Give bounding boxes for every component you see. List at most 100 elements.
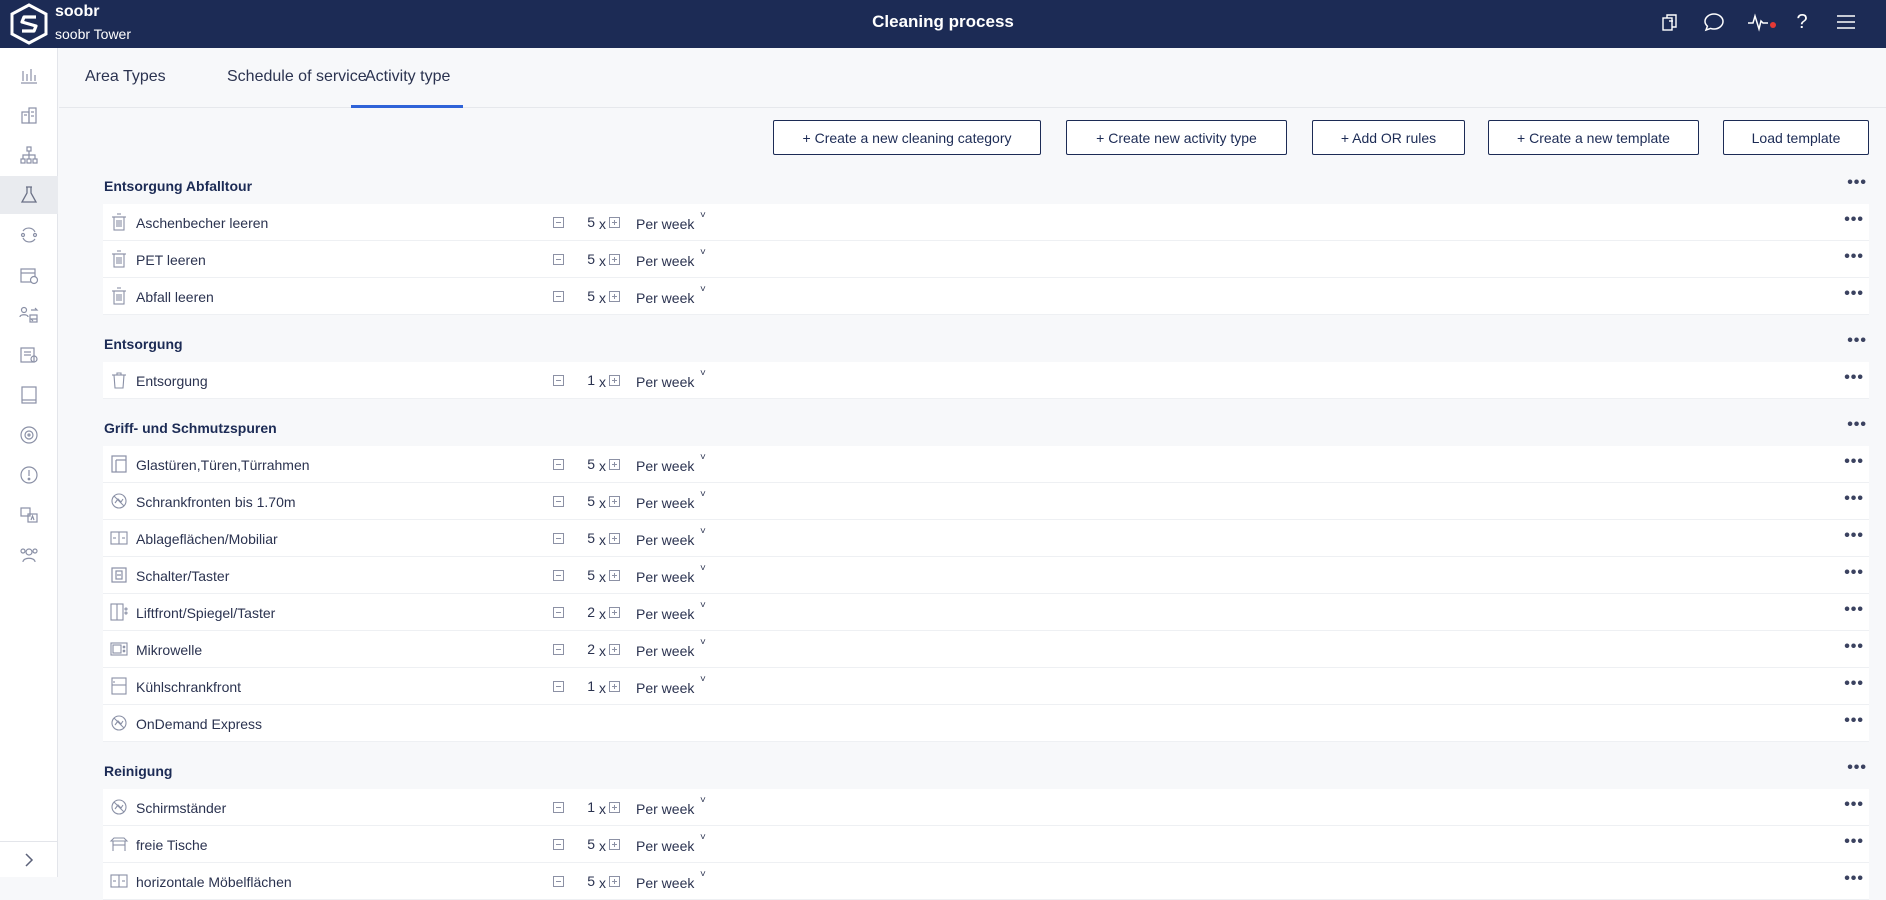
period-select[interactable]: Per week [636, 495, 694, 511]
activity-row[interactable]: Aschenbecher leeren 5 x Per week ˅ ••• [103, 204, 1869, 241]
chevron-down-icon[interactable]: ˅ [700, 869, 706, 880]
activity-row[interactable]: Entsorgung 1 x Per week ˅ ••• [103, 362, 1869, 399]
period-select[interactable]: Per week [636, 290, 694, 306]
decrease-frequency-button[interactable] [553, 681, 564, 692]
chevron-down-icon[interactable]: ˅ [700, 600, 706, 611]
row-more-icon[interactable]: ••• [1844, 638, 1864, 656]
category-more-icon[interactable]: ••• [1847, 174, 1867, 192]
sidebar-item-target[interactable] [0, 416, 58, 454]
add-or-rules-button[interactable]: + Add OR rules [1312, 120, 1465, 155]
activity-row[interactable]: Schrankfronten bis 1.70m 5 x Per week ˅ ••• [103, 483, 1869, 520]
decrease-frequency-button[interactable] [553, 291, 564, 302]
decrease-frequency-button[interactable] [553, 459, 564, 470]
decrease-frequency-button[interactable] [553, 876, 564, 887]
sidebar-item-cycle[interactable] [0, 216, 58, 254]
activity-row[interactable]: Ablageflächen/Mobiliar 5 x Per week ˅ ••• [103, 520, 1869, 557]
chevron-down-icon[interactable]: ˅ [700, 247, 706, 258]
chevron-down-icon[interactable]: ˅ [700, 452, 706, 463]
decrease-frequency-button[interactable] [553, 496, 564, 507]
activity-row[interactable]: Mikrowelle 2 x Per week ˅ ••• [103, 631, 1869, 668]
row-more-icon[interactable]: ••• [1844, 248, 1864, 266]
increase-frequency-button[interactable] [609, 802, 620, 813]
increase-frequency-button[interactable] [609, 533, 620, 544]
increase-frequency-button[interactable] [609, 291, 620, 302]
row-more-icon[interactable]: ••• [1844, 285, 1864, 303]
copy-icon[interactable] [1658, 10, 1682, 34]
row-more-icon[interactable]: ••• [1844, 601, 1864, 619]
chevron-down-icon[interactable]: ˅ [700, 489, 706, 500]
activity-row[interactable]: Glastüren,Türen,Türrahmen 5 x Per week ˅ ••• [103, 446, 1869, 483]
period-select[interactable]: Per week [636, 532, 694, 548]
sidebar-item-team[interactable] [0, 536, 58, 574]
pulse-icon[interactable] [1746, 10, 1776, 34]
period-select[interactable]: Per week [636, 458, 694, 474]
activity-row[interactable]: OnDemand Express ••• [103, 705, 1869, 742]
period-select[interactable]: Per week [636, 801, 694, 817]
chevron-down-icon[interactable]: ˅ [700, 368, 706, 379]
increase-frequency-button[interactable] [609, 459, 620, 470]
sidebar-item-flask[interactable] [0, 176, 58, 214]
activity-row[interactable]: freie Tische 5 x Per week ˅ ••• [103, 826, 1869, 863]
decrease-frequency-button[interactable] [553, 254, 564, 265]
menu-icon[interactable] [1834, 10, 1858, 34]
row-more-icon[interactable]: ••• [1844, 675, 1864, 693]
chevron-down-icon[interactable]: ˅ [700, 832, 706, 843]
increase-frequency-button[interactable] [609, 839, 620, 850]
period-select[interactable]: Per week [636, 643, 694, 659]
period-select[interactable]: Per week [636, 875, 694, 891]
sidebar-item-chart[interactable] [0, 56, 58, 94]
sidebar-item-translate[interactable] [0, 496, 58, 534]
chevron-down-icon[interactable]: ˅ [700, 526, 706, 537]
period-select[interactable]: Per week [636, 216, 694, 232]
row-more-icon[interactable]: ••• [1844, 527, 1864, 545]
increase-frequency-button[interactable] [609, 681, 620, 692]
period-select[interactable]: Per week [636, 374, 694, 390]
activity-row[interactable]: Abfall leeren 5 x Per week ˅ ••• [103, 278, 1869, 315]
row-more-icon[interactable]: ••• [1844, 211, 1864, 229]
sidebar-item-calendar[interactable] [0, 256, 58, 294]
row-more-icon[interactable]: ••• [1844, 490, 1864, 508]
row-more-icon[interactable]: ••• [1844, 453, 1864, 471]
period-select[interactable]: Per week [636, 838, 694, 854]
period-select[interactable]: Per week [636, 680, 694, 696]
decrease-frequency-button[interactable] [553, 570, 564, 581]
row-more-icon[interactable]: ••• [1844, 712, 1864, 730]
sidebar-item-alert[interactable] [0, 456, 58, 494]
create-cleaning-category-button[interactable]: + Create a new cleaning category [773, 120, 1041, 155]
tab-activity-type[interactable]: Activity type [351, 48, 463, 108]
increase-frequency-button[interactable] [609, 254, 620, 265]
activity-row[interactable]: horizontale Möbelflächen 5 x Per week ˅ ••• [103, 863, 1869, 900]
increase-frequency-button[interactable] [609, 644, 620, 655]
increase-frequency-button[interactable] [609, 217, 620, 228]
chevron-down-icon[interactable]: ˅ [700, 795, 706, 806]
activity-row[interactable]: PET leeren 5 x Per week ˅ ••• [103, 241, 1869, 278]
increase-frequency-button[interactable] [609, 876, 620, 887]
decrease-frequency-button[interactable] [553, 644, 564, 655]
decrease-frequency-button[interactable] [553, 533, 564, 544]
activity-row[interactable]: Kühlschrankfront 1 x Per week ˅ ••• [103, 668, 1869, 705]
row-more-icon[interactable]: ••• [1844, 796, 1864, 814]
decrease-frequency-button[interactable] [553, 217, 564, 228]
increase-frequency-button[interactable] [609, 570, 620, 581]
chevron-down-icon[interactable]: ˅ [700, 563, 706, 574]
sidebar-item-report[interactable] [0, 336, 58, 374]
row-more-icon[interactable]: ••• [1844, 369, 1864, 387]
create-activity-type-button[interactable]: + Create new activity type [1066, 120, 1287, 155]
row-more-icon[interactable]: ••• [1844, 564, 1864, 582]
increase-frequency-button[interactable] [609, 607, 620, 618]
category-more-icon[interactable]: ••• [1847, 759, 1867, 777]
chevron-down-icon[interactable]: ˅ [700, 284, 706, 295]
period-select[interactable]: Per week [636, 569, 694, 585]
decrease-frequency-button[interactable] [553, 607, 564, 618]
help-icon[interactable]: ? [1790, 10, 1814, 34]
activity-row[interactable]: Schirmständer 1 x Per week ˅ ••• [103, 789, 1869, 826]
sidebar-item-tablet[interactable] [0, 376, 58, 414]
load-template-button[interactable]: Load template [1723, 120, 1869, 155]
decrease-frequency-button[interactable] [553, 802, 564, 813]
row-more-icon[interactable]: ••• [1844, 870, 1864, 888]
decrease-frequency-button[interactable] [553, 839, 564, 850]
activity-row[interactable]: Schalter/Taster 5 x Per week ˅ ••• [103, 557, 1869, 594]
period-select[interactable]: Per week [636, 253, 694, 269]
row-more-icon[interactable]: ••• [1844, 833, 1864, 851]
increase-frequency-button[interactable] [609, 496, 620, 507]
